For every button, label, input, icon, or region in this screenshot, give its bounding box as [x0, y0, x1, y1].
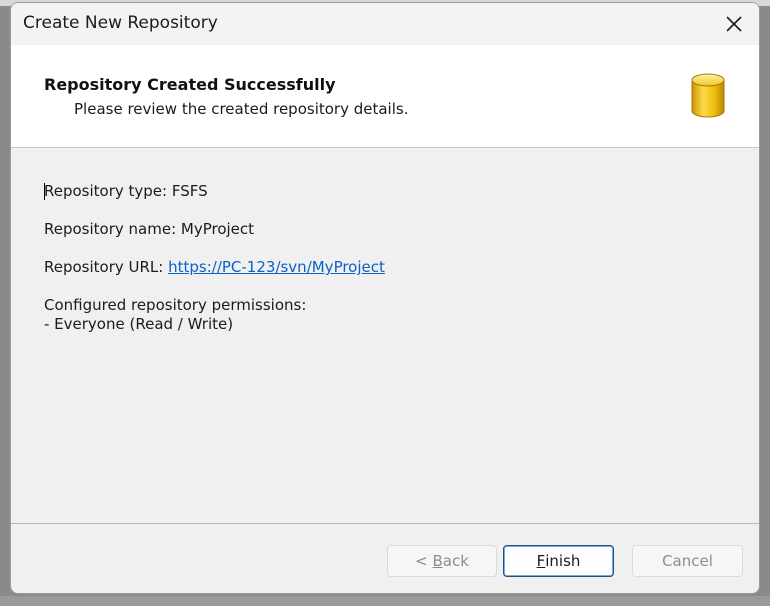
repository-type: Repository type: FSFS	[44, 181, 208, 201]
close-button[interactable]	[709, 3, 759, 45]
cancel-button-label: Cancel	[662, 552, 713, 570]
create-repository-dialog: Create New Repository Repository Created…	[10, 2, 760, 594]
window-title: Create New Repository	[23, 13, 218, 33]
permission-entry: - Everyone (Read / Write)	[44, 315, 234, 333]
back-button-accel: B	[432, 552, 443, 570]
back-button-label: ack	[442, 552, 469, 570]
repository-url-label: Repository URL:	[44, 258, 169, 276]
repository-url-link[interactable]: https://PC-123/svn/MyProject	[168, 258, 385, 276]
back-button-prefix: <	[415, 552, 433, 570]
database-cylinder-icon	[691, 73, 725, 118]
title-bar[interactable]: Create New Repository	[11, 3, 759, 45]
back-button[interactable]: < Back	[387, 545, 497, 577]
desktop-background-bottom	[0, 596, 770, 606]
repository-name: Repository name: MyProject	[44, 220, 255, 238]
repository-url: Repository URL: https://PC-123/svn/MyPro…	[44, 257, 385, 277]
permissions-heading: Configured repository permissions:	[44, 296, 307, 314]
header-title: Repository Created Successfully	[44, 75, 336, 94]
finish-button-accel: F	[536, 552, 546, 570]
close-icon	[726, 16, 742, 32]
finish-button[interactable]: Finish	[503, 545, 614, 577]
text-caret	[44, 183, 45, 200]
cancel-button[interactable]: Cancel	[632, 545, 743, 577]
wizard-header: Repository Created Successfully Please r…	[11, 45, 759, 148]
footer-divider	[11, 523, 759, 524]
repository-type-text: Repository type: FSFS	[44, 182, 208, 200]
header-subtitle: Please review the created repository det…	[74, 100, 409, 118]
finish-button-label: inish	[545, 552, 581, 570]
